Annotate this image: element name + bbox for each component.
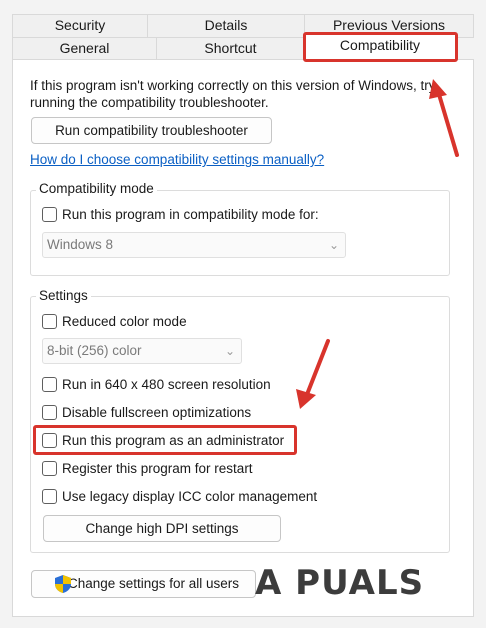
register-restart-label: Register this program for restart xyxy=(62,460,253,476)
compat-mode-select-value: Windows 8 xyxy=(47,237,114,252)
legacy-icc-checkbox[interactable] xyxy=(42,488,57,504)
run-troubleshooter-button[interactable]: Run compatibility troubleshooter xyxy=(31,117,272,144)
chevron-down-icon: ⌄ xyxy=(224,344,235,358)
reduced-color-checkbox-row[interactable]: Reduced color mode xyxy=(42,311,187,331)
compat-mode-checkbox-row[interactable]: Run this program in compatibility mode f… xyxy=(42,204,319,224)
legacy-icc-checkbox-row[interactable]: Use legacy display ICC color management xyxy=(42,486,317,506)
reduced-color-checkbox[interactable] xyxy=(42,313,57,329)
help-link[interactable]: How do I choose compatibility settings m… xyxy=(30,152,324,167)
res-640-checkbox-row[interactable]: Run in 640 x 480 screen resolution xyxy=(42,374,271,394)
tab-shortcut[interactable]: Shortcut xyxy=(156,37,305,60)
disable-fullscreen-checkbox-row[interactable]: Disable fullscreen optimizations xyxy=(42,402,251,422)
tab-security[interactable]: Security xyxy=(12,14,148,38)
change-high-dpi-button[interactable]: Change high DPI settings xyxy=(43,515,281,542)
disable-fullscreen-label: Disable fullscreen optimizations xyxy=(62,404,252,420)
uac-shield-icon xyxy=(55,575,71,593)
intro-text-line1: If this program isn't working correctly … xyxy=(30,78,436,93)
res-640-label: Run in 640 x 480 screen resolution xyxy=(62,376,271,392)
run-as-admin-checkbox-row[interactable]: Run this program as an administrator xyxy=(42,430,284,450)
reduced-color-label: Reduced color mode xyxy=(62,313,187,329)
color-depth-select[interactable]: 8-bit (256) color ⌄ xyxy=(42,338,242,364)
tab-details[interactable]: Details xyxy=(147,14,305,38)
res-640-checkbox[interactable] xyxy=(42,376,57,392)
tab-compatibility[interactable]: Compatibility xyxy=(304,34,456,60)
properties-window: Security Details Previous Versions Gener… xyxy=(0,0,486,628)
intro-text-line2: running the compatibility troubleshooter… xyxy=(30,95,269,110)
chevron-down-icon: ⌄ xyxy=(328,238,339,252)
tab-general[interactable]: General xyxy=(12,37,157,60)
legacy-icc-label: Use legacy display ICC color management xyxy=(62,488,318,504)
register-restart-checkbox[interactable] xyxy=(42,460,57,476)
appuals-watermark: A PUALS xyxy=(255,563,425,603)
compat-mode-select[interactable]: Windows 8 ⌄ xyxy=(42,232,346,258)
compat-mode-label: Run this program in compatibility mode f… xyxy=(62,206,319,222)
compat-mode-checkbox[interactable] xyxy=(42,206,57,222)
disable-fullscreen-checkbox[interactable] xyxy=(42,404,57,420)
settings-title: Settings xyxy=(36,288,91,303)
run-as-admin-label: Run this program as an administrator xyxy=(62,432,285,448)
color-depth-select-value: 8-bit (256) color xyxy=(47,343,142,358)
compatibility-mode-title: Compatibility mode xyxy=(36,181,157,196)
register-restart-checkbox-row[interactable]: Register this program for restart xyxy=(42,458,253,478)
run-as-admin-checkbox[interactable] xyxy=(42,432,57,448)
